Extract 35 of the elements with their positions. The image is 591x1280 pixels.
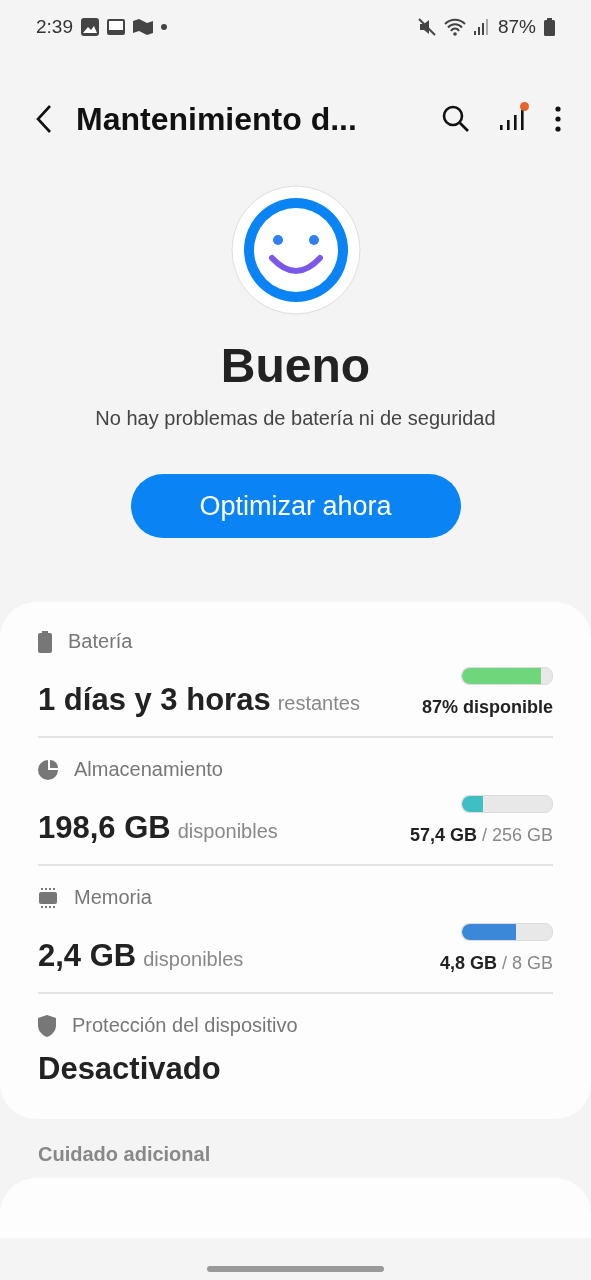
wifi-icon (443, 18, 466, 36)
terminal-icon (107, 19, 125, 35)
battery-percent: 87% (497, 16, 536, 38)
image-icon (81, 18, 99, 36)
pie-chart-icon (38, 759, 58, 780)
signal-icon (473, 19, 490, 35)
item-value: 1 días y 3 horas (38, 682, 271, 718)
status-time: 2:39 (36, 16, 73, 38)
item-label: Batería (68, 630, 133, 653)
dot-icon (161, 24, 167, 30)
status-title: Bueno (220, 338, 371, 393)
item-value: 2,4 GB (38, 938, 137, 974)
status-subtitle: No hay problemas de batería ni de seguridad (95, 407, 496, 430)
optimize-button[interactable]: Optimizar ahora (130, 474, 461, 538)
chip-icon (38, 887, 58, 908)
mute-icon (417, 18, 436, 36)
item-label: Memoria (74, 886, 152, 909)
section-title: Cuidado adicional (37, 1142, 212, 1167)
usage-detail: 87% disponible (421, 697, 553, 718)
battery-icon (544, 18, 555, 36)
battery-icon (38, 630, 52, 653)
item-value: 198,6 GB (38, 810, 171, 846)
smiley-icon (229, 184, 362, 316)
usage-detail: 4,8 GB / 8 GB (439, 953, 553, 974)
usage-detail: 57,4 GB / 256 GB (409, 825, 553, 846)
map-icon (133, 19, 153, 35)
item-value: Desactivado (38, 1051, 221, 1087)
item-suffix: disponibles (177, 820, 278, 843)
more-options-icon (553, 104, 563, 134)
page-title: Mantenimiento d... (76, 100, 358, 138)
item-suffix: restantes (277, 692, 360, 715)
shield-icon (38, 1014, 56, 1037)
item-suffix: disponibles (143, 948, 244, 971)
item-label: Almacenamiento (74, 758, 223, 781)
item-label: Protección del dispositivo (72, 1014, 298, 1037)
